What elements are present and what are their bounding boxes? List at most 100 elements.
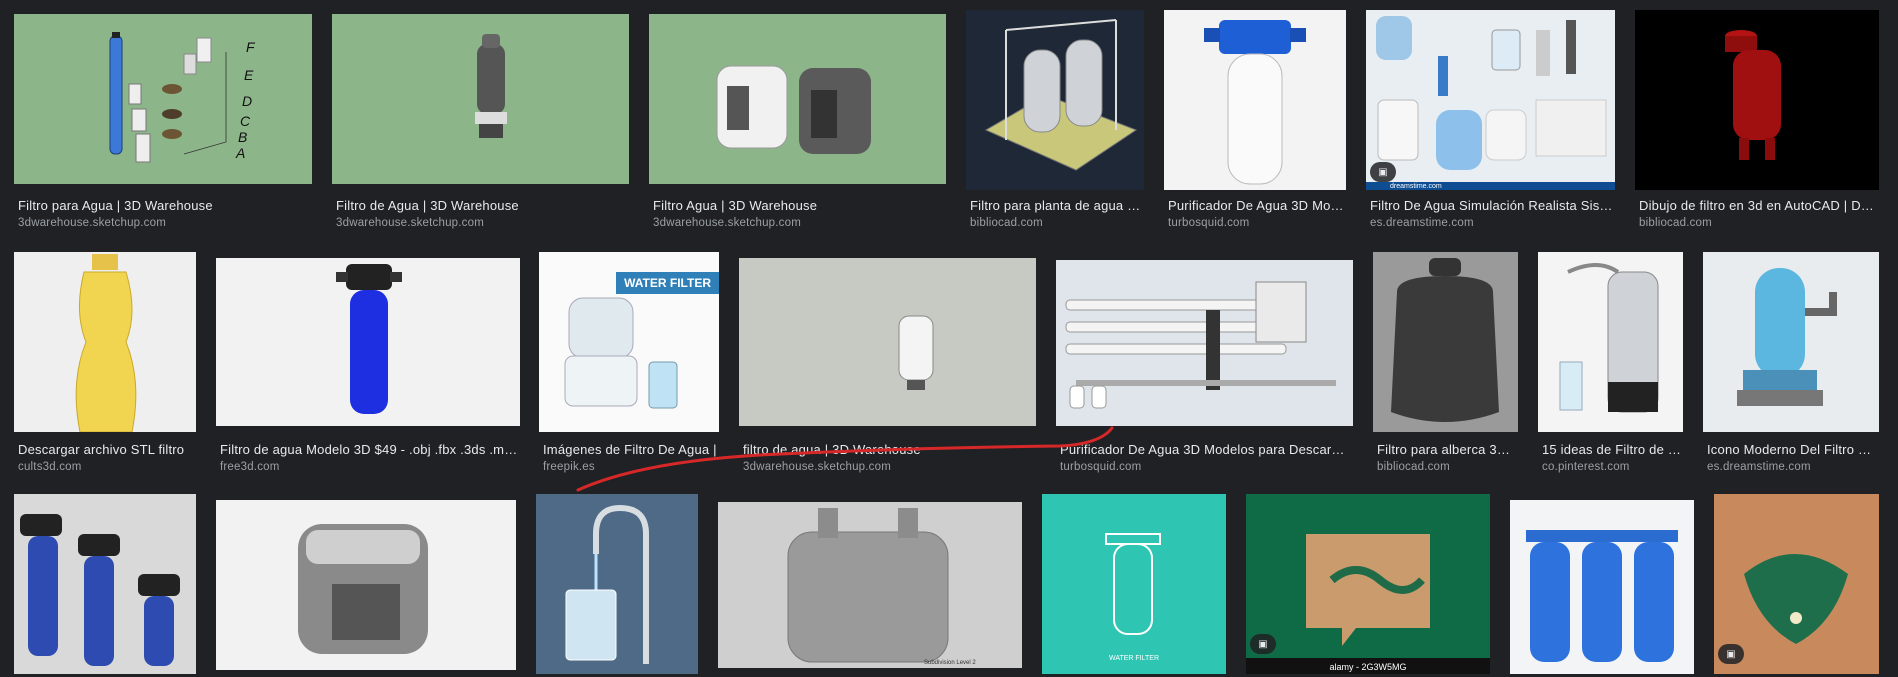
result-thumbnail[interactable] bbox=[14, 494, 196, 674]
red-filter-cad-image bbox=[1725, 30, 1781, 160]
result-source: es.dreamstime.com bbox=[1370, 217, 1474, 229]
result-title[interactable]: Descargar archivo STL filtro bbox=[18, 442, 194, 458]
cartridge-image bbox=[475, 34, 507, 138]
water-filter-icon-image: WATER FILTER bbox=[1105, 533, 1161, 662]
result-source: turbosquid.com bbox=[1168, 217, 1250, 229]
result-title[interactable]: Filtro de Agua | 3D Warehouse bbox=[336, 198, 627, 214]
filter-diagram-image: F E D C B A bbox=[109, 32, 256, 163]
result-title[interactable]: Imágenes de Filtro De Agua | bbox=[543, 442, 717, 458]
dispenser-image bbox=[716, 65, 871, 154]
result-card[interactable]: Filtro para planta de agua 3d en AutoCAD… bbox=[966, 10, 1144, 234]
image-badge: ▣ bbox=[1718, 644, 1744, 664]
result-thumbnail[interactable]: WATER FILTER bbox=[539, 252, 719, 432]
result-source: 3dwarehouse.sketchup.com bbox=[18, 217, 166, 229]
wireframe-housing-image: Subdivision Level 2 bbox=[787, 508, 976, 666]
result-thumbnail[interactable] bbox=[966, 10, 1144, 190]
water-plant-image bbox=[984, 19, 1138, 171]
result-card[interactable] bbox=[536, 494, 698, 674]
result-thumbnail[interactable]: dreamstime.com ▣ bbox=[1366, 10, 1615, 190]
result-thumbnail[interactable] bbox=[739, 258, 1036, 426]
yellow-bottle-image bbox=[75, 254, 137, 432]
result-thumbnail[interactable] bbox=[1703, 252, 1879, 432]
image-icon: ▣ bbox=[1726, 648, 1736, 660]
countertop-filter-image bbox=[1559, 263, 1659, 413]
result-title[interactable]: Purificador De Agua 3D Modelos bbox=[1168, 198, 1344, 214]
result-thumbnail[interactable]: Subdivision Level 2 bbox=[718, 502, 1022, 668]
result-card[interactable]: Filtro Agua | 3D Warehouse 3dwarehouse.s… bbox=[649, 14, 946, 234]
result-thumbnail[interactable] bbox=[216, 258, 520, 426]
result-card[interactable]: Filtro para alberca 3d en AutoCAD biblio… bbox=[1373, 252, 1518, 474]
result-card[interactable]: alamy - 2G3W5MG ▣ bbox=[1246, 494, 1490, 674]
result-card[interactable]: Subdivision Level 2 bbox=[718, 502, 1022, 674]
filter-icon-image bbox=[1737, 268, 1837, 406]
result-card[interactable]: 15 ideas de Filtro de agua co.pinterest.… bbox=[1538, 252, 1683, 474]
result-thumbnail[interactable] bbox=[14, 252, 196, 432]
result-thumbnail[interactable] bbox=[1373, 252, 1518, 432]
svg-text:Subdivision Level 2: Subdivision Level 2 bbox=[924, 660, 976, 666]
result-card[interactable]: filtro de agua | 3D Warehouse 3dwarehous… bbox=[739, 258, 1036, 474]
result-title[interactable]: Filtro para Agua | 3D Warehouse bbox=[18, 198, 310, 214]
svg-text:A: A bbox=[235, 145, 245, 161]
result-thumbnail[interactable]: F E D C B A bbox=[14, 14, 312, 184]
result-card[interactable]: Icono Moderno Del Filtro De Agua es.drea… bbox=[1703, 252, 1879, 474]
result-card[interactable]: dreamstime.com ▣ Filtro De Agua Simulaci… bbox=[1366, 10, 1615, 234]
result-thumbnail[interactable] bbox=[536, 494, 698, 674]
result-title[interactable]: 15 ideas de Filtro de agua bbox=[1542, 442, 1681, 458]
image-badge: ▣ bbox=[1250, 634, 1276, 654]
result-card[interactable]: F E D C B A Filtro para Agua | 3D Wareho… bbox=[14, 14, 312, 234]
result-thumbnail[interactable]: WATER FILTER bbox=[1042, 494, 1226, 674]
result-source: bibliocad.com bbox=[1639, 217, 1712, 229]
result-title[interactable]: Purificador De Agua 3D Modelos para Desc… bbox=[1060, 442, 1351, 458]
result-source: freepik.es bbox=[543, 461, 595, 473]
svg-text:WATER FILTER: WATER FILTER bbox=[1109, 655, 1159, 662]
result-thumbnail[interactable] bbox=[1164, 10, 1346, 190]
result-thumbnail[interactable] bbox=[1056, 260, 1353, 426]
result-source: free3d.com bbox=[220, 461, 280, 473]
result-card[interactable] bbox=[1510, 500, 1694, 674]
result-title[interactable]: Filtro para planta de agua 3d en AutoCAD bbox=[970, 198, 1142, 214]
pool-filter-image bbox=[1391, 258, 1499, 422]
result-thumbnail[interactable] bbox=[1510, 500, 1694, 674]
result-card[interactable]: Filtro de agua Modelo 3D $49 - .obj .fbx… bbox=[216, 258, 520, 474]
result-card[interactable]: Purificador De Agua 3D Modelos para Desc… bbox=[1056, 260, 1353, 474]
result-thumbnail[interactable] bbox=[1635, 10, 1879, 190]
svg-text:E: E bbox=[244, 67, 254, 83]
result-thumbnail[interactable] bbox=[216, 500, 516, 670]
triple-filter-image bbox=[1526, 530, 1678, 662]
result-title[interactable]: Filtro Agua | 3D Warehouse bbox=[653, 198, 944, 214]
result-card[interactable]: WATER FILTER bbox=[1042, 494, 1226, 674]
result-title[interactable]: Filtro de agua Modelo 3D $49 - .obj .fbx… bbox=[220, 442, 518, 458]
result-source: 3dwarehouse.sketchup.com bbox=[336, 217, 484, 229]
svg-text:dreamstime.com: dreamstime.com bbox=[1390, 183, 1442, 190]
result-thumbnail[interactable] bbox=[332, 14, 629, 184]
result-card[interactable]: ▣ bbox=[1714, 494, 1879, 674]
result-card[interactable]: Purificador De Agua 3D Modelos turbosqui… bbox=[1164, 10, 1346, 234]
result-source: bibliocad.com bbox=[970, 217, 1043, 229]
result-card[interactable] bbox=[14, 494, 196, 674]
result-title[interactable]: filtro de agua | 3D Warehouse bbox=[743, 442, 1034, 458]
svg-text:F: F bbox=[246, 39, 256, 55]
faucet-glass-image bbox=[565, 504, 649, 664]
result-source: cults3d.com bbox=[18, 461, 82, 473]
result-card[interactable]: Descargar archivo STL filtro cults3d.com bbox=[14, 252, 196, 474]
result-thumbnail[interactable]: ▣ bbox=[1714, 494, 1879, 674]
paper-water-art-image: alamy - 2G3W5MG bbox=[1246, 534, 1490, 674]
result-source: bibliocad.com bbox=[1377, 461, 1450, 473]
result-thumbnail[interactable] bbox=[649, 14, 946, 184]
water-filter-overlay: WATER FILTER bbox=[616, 272, 719, 294]
wall-purifier-image bbox=[898, 315, 934, 390]
result-title[interactable]: Filtro para alberca 3d en AutoCAD bbox=[1377, 442, 1516, 458]
result-title[interactable]: Icono Moderno Del Filtro De Agua bbox=[1707, 442, 1877, 458]
filter-housing-image bbox=[1204, 20, 1306, 185]
result-card[interactable]: Dibujo de filtro en 3d en AutoCAD | Desc… bbox=[1635, 10, 1879, 234]
result-thumbnail[interactable] bbox=[1538, 252, 1683, 432]
result-thumbnail[interactable]: alamy - 2G3W5MG ▣ bbox=[1246, 494, 1490, 674]
result-card[interactable]: Filtro de Agua | 3D Warehouse 3dwarehous… bbox=[332, 14, 629, 234]
result-card[interactable]: WATER FILTER Imágenes de Filtro De Agua … bbox=[539, 252, 719, 474]
result-card[interactable] bbox=[216, 500, 516, 674]
result-source: 3dwarehouse.sketchup.com bbox=[743, 461, 891, 473]
result-title[interactable]: Dibujo de filtro en 3d en AutoCAD | Desc… bbox=[1639, 198, 1877, 214]
result-source: co.pinterest.com bbox=[1542, 461, 1630, 473]
svg-text:alamy - 2G3W5MG: alamy - 2G3W5MG bbox=[1329, 662, 1406, 672]
result-title[interactable]: Filtro De Agua Simulación Realista Siste… bbox=[1370, 198, 1613, 214]
